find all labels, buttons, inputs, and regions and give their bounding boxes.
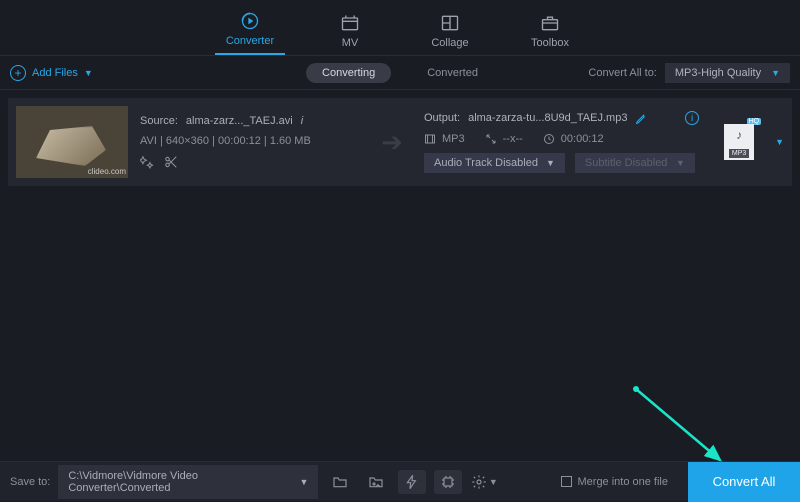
subtitle-select[interactable]: Subtitle Disabled ▼ bbox=[575, 153, 695, 173]
chevron-down-icon: ▼ bbox=[771, 68, 780, 78]
chevron-down-icon: ▼ bbox=[546, 158, 555, 168]
convert-all-button[interactable]: Convert All bbox=[688, 462, 800, 502]
save-to-label: Save to: bbox=[10, 476, 50, 488]
rename-icon[interactable] bbox=[635, 112, 648, 125]
settings-button[interactable]: ▼ bbox=[470, 470, 498, 494]
effects-icon[interactable] bbox=[140, 155, 154, 169]
lightning-icon bbox=[404, 474, 420, 490]
nav-converter-label: Converter bbox=[226, 35, 274, 47]
arrow-right-icon: ➔ bbox=[372, 106, 412, 178]
convert-all-to-label: Convert All to: bbox=[588, 67, 656, 79]
toolbox-icon bbox=[539, 13, 561, 33]
nav-mv-label: MV bbox=[342, 37, 359, 49]
add-files-label: Add Files bbox=[32, 67, 78, 79]
output-format: MP3 bbox=[442, 133, 465, 145]
gear-icon bbox=[471, 474, 487, 490]
nav-toolbox-label: Toolbox bbox=[531, 37, 569, 49]
audio-track-value: Audio Track Disabled bbox=[434, 157, 538, 169]
gpu-button[interactable] bbox=[434, 470, 462, 494]
source-meta: AVI | 640×360 | 00:00:12 | 1.60 MB bbox=[140, 135, 360, 147]
chevron-down-icon: ▼ bbox=[676, 158, 685, 168]
format-icon bbox=[424, 133, 436, 145]
output-info-icon[interactable]: i bbox=[685, 111, 699, 125]
convert-all-to: Convert All to: MP3-High Quality ▼ bbox=[588, 63, 790, 83]
nav-mv[interactable]: MV bbox=[315, 13, 385, 55]
output-preset-value: MP3-High Quality bbox=[675, 67, 761, 79]
save-path-select[interactable]: C:\Vidmore\Vidmore Video Converter\Conve… bbox=[58, 465, 318, 499]
nav-converter[interactable]: Converter bbox=[215, 11, 285, 55]
file-row: clideo.com Source: alma-zarz..._TAEJ.avi… bbox=[8, 98, 792, 186]
output-preset-select[interactable]: MP3-High Quality ▼ bbox=[665, 63, 790, 83]
bottom-bar: Save to: C:\Vidmore\Vidmore Video Conver… bbox=[0, 461, 800, 501]
resolution-icon bbox=[485, 133, 497, 145]
source-duration: 00:00:12 bbox=[218, 135, 261, 147]
subtitle-value: Subtitle Disabled bbox=[585, 157, 668, 169]
output-resolution: --x-- bbox=[503, 133, 523, 145]
format-dropdown-icon[interactable]: ▼ bbox=[775, 137, 784, 147]
source-size: 1.60 MB bbox=[270, 135, 311, 147]
toolbar: + Add Files ▼ Converting Converted Conve… bbox=[0, 56, 800, 90]
nav-toolbox[interactable]: Toolbox bbox=[515, 13, 585, 55]
output-format-thumb[interactable]: HQ MP3 bbox=[719, 122, 759, 162]
folder-icon bbox=[332, 474, 348, 490]
open-folder-button[interactable] bbox=[326, 470, 354, 494]
source-format: AVI bbox=[140, 135, 157, 147]
format-tag: MP3 bbox=[729, 149, 749, 158]
source-label: Source: bbox=[140, 115, 178, 127]
add-files-button[interactable]: + Add Files ▼ bbox=[10, 65, 93, 81]
chevron-down-icon: ▼ bbox=[299, 477, 308, 487]
merge-label: Merge into one file bbox=[578, 476, 669, 488]
source-info-icon[interactable]: i bbox=[301, 115, 303, 127]
save-path-value: C:\Vidmore\Vidmore Video Converter\Conve… bbox=[68, 470, 299, 494]
collage-icon bbox=[439, 13, 461, 33]
top-nav: Converter MV Collage Toolbox bbox=[0, 0, 800, 56]
source-info: Source: alma-zarz..._TAEJ.avi i AVI | 64… bbox=[140, 106, 360, 178]
merge-checkbox[interactable]: Merge into one file bbox=[561, 476, 669, 488]
sub-tabs: Converting Converted bbox=[306, 63, 494, 83]
source-filename: alma-zarz..._TAEJ.avi bbox=[186, 115, 293, 127]
source-resolution: 640×360 bbox=[166, 135, 209, 147]
clock-icon bbox=[543, 133, 555, 145]
tab-converting[interactable]: Converting bbox=[306, 63, 391, 83]
output-duration: 00:00:12 bbox=[561, 133, 604, 145]
chip-icon bbox=[440, 474, 456, 490]
converter-icon bbox=[239, 11, 261, 31]
output-label: Output: bbox=[424, 112, 460, 124]
chevron-down-icon: ▼ bbox=[489, 477, 498, 487]
convert-all-label: Convert All bbox=[713, 474, 776, 489]
output-filename: alma-zarza-tu...8U9d_TAEJ.mp3 bbox=[468, 112, 627, 124]
hw-accel-button[interactable] bbox=[398, 470, 426, 494]
trim-icon[interactable] bbox=[164, 155, 178, 169]
snapshot-folder-button[interactable] bbox=[362, 470, 390, 494]
nav-collage[interactable]: Collage bbox=[415, 13, 485, 55]
video-thumbnail[interactable]: clideo.com bbox=[16, 106, 128, 178]
chevron-down-icon: ▼ bbox=[84, 68, 93, 78]
thumbnail-watermark: clideo.com bbox=[88, 167, 126, 176]
plus-circle-icon: + bbox=[10, 65, 26, 81]
checkbox-icon bbox=[561, 476, 572, 487]
mv-icon bbox=[339, 13, 361, 33]
nav-collage-label: Collage bbox=[431, 37, 468, 49]
audio-track-select[interactable]: Audio Track Disabled ▼ bbox=[424, 153, 565, 173]
tab-converted[interactable]: Converted bbox=[411, 63, 494, 83]
folder-image-icon bbox=[368, 474, 384, 490]
output-info: Output: alma-zarza-tu...8U9d_TAEJ.mp3 i … bbox=[424, 106, 699, 178]
